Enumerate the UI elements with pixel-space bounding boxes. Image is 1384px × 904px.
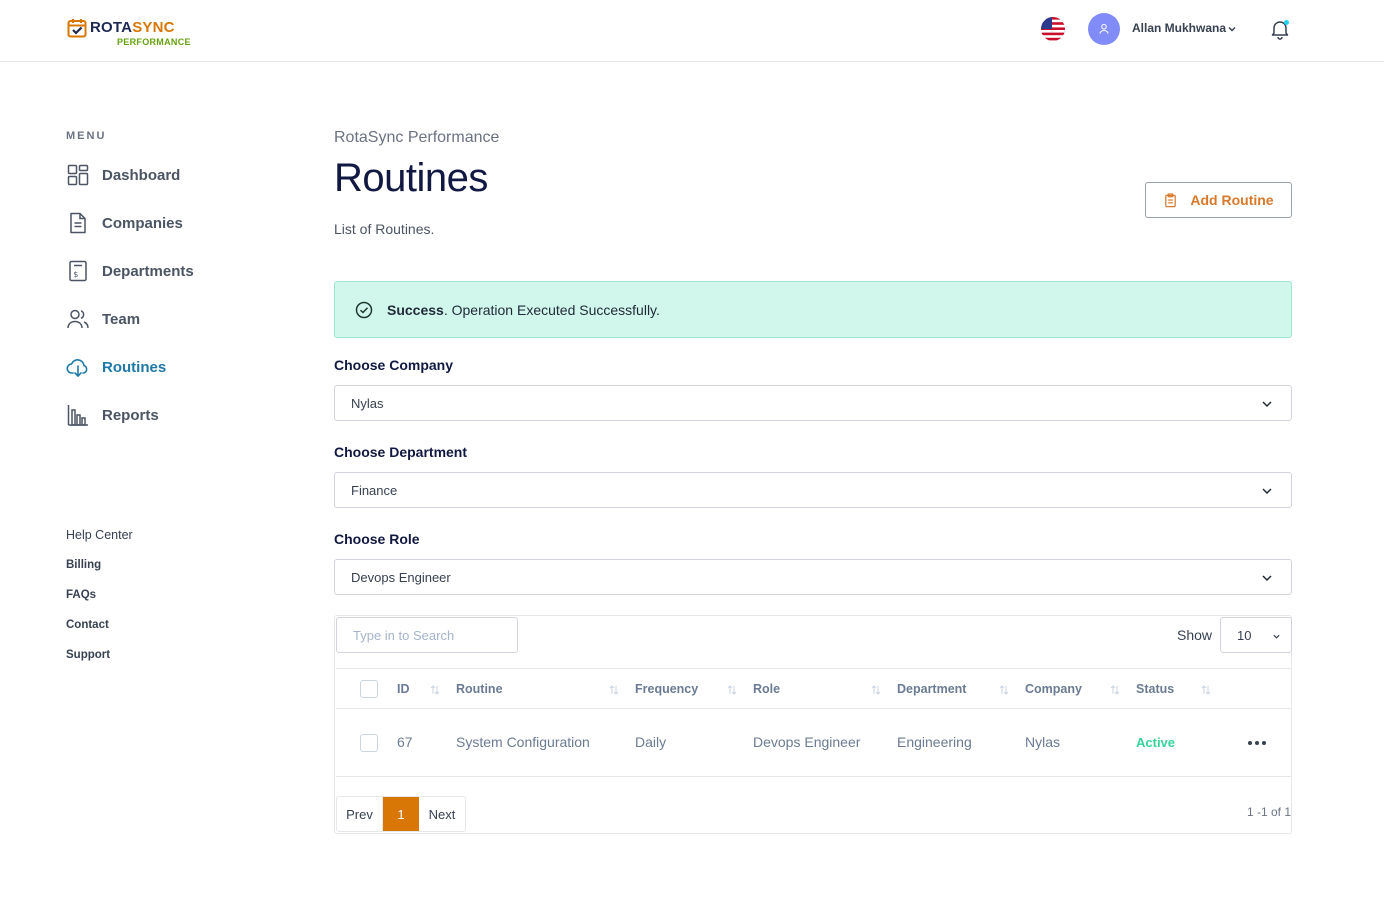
row-checkbox[interactable] <box>360 734 378 752</box>
sidebar-item-departments[interactable]: $ Departments <box>66 257 266 285</box>
menu-label: MENU <box>66 130 107 142</box>
cell-frequency: Daily <box>635 734 667 750</box>
alert-message: Success. Operation Executed Successfully… <box>387 301 660 318</box>
contact-link[interactable]: Contact <box>66 619 109 631</box>
avatar[interactable] <box>1088 13 1120 45</box>
sidebar-item-team[interactable]: Team <box>66 305 266 333</box>
prev-page-button[interactable]: Prev <box>337 797 383 831</box>
page-size-value: 10 <box>1237 627 1252 643</box>
cell-routine[interactable]: System Configuration <box>456 734 590 750</box>
page-size-select[interactable]: 10 <box>1220 617 1292 653</box>
check-circle-icon <box>355 301 373 318</box>
column-header-company[interactable]: Company <box>1025 682 1082 696</box>
help-center-link[interactable]: Help Center <box>66 528 133 542</box>
page-1-button[interactable]: 1 <box>383 797 419 831</box>
status-badge: Active <box>1136 735 1176 750</box>
next-page-button[interactable]: Next <box>419 797 465 831</box>
bell-icon[interactable] <box>1269 18 1291 40</box>
success-alert: Success. Operation Executed Successfully… <box>334 281 1292 338</box>
page-subtitle: List of Routines. <box>334 221 435 237</box>
column-header-department[interactable]: Department <box>897 682 966 696</box>
add-routine-button[interactable]: Add Routine <box>1145 182 1292 218</box>
billing-link[interactable]: Billing <box>66 559 101 571</box>
cell-id: 67 <box>397 734 413 750</box>
cell-role: Devops Engineer <box>753 734 861 750</box>
sidebar-item-routines[interactable]: Routines <box>66 353 266 381</box>
company-label: Choose Company <box>334 357 454 373</box>
invoice-icon: $ <box>66 259 90 283</box>
chevron-down-icon <box>1262 575 1272 582</box>
column-header-frequency[interactable]: Frequency <box>635 682 698 696</box>
cell-department: Engineering <box>897 734 972 750</box>
sidebar-item-companies[interactable]: Companies <box>66 209 266 237</box>
pagination-range: 1 -1 of 1 <box>1246 805 1291 819</box>
sort-icon[interactable] <box>1201 684 1211 696</box>
column-header-role[interactable]: Role <box>753 682 780 696</box>
us-flag-icon[interactable] <box>1041 17 1065 41</box>
sort-icon[interactable] <box>609 684 619 696</box>
routines-table-card: Show 10 ID Routine Frequency Role Depart… <box>334 615 1292 834</box>
sidebar-item-label: Dashboard <box>102 166 181 184</box>
column-header-id[interactable]: ID <box>397 682 410 696</box>
user-name[interactable]: Allan Mukhwana <box>1132 21 1226 35</box>
show-label: Show <box>1177 627 1213 643</box>
chevron-down-icon[interactable] <box>1227 24 1237 34</box>
top-bar: ROTASYNC PERFORMANCE Allan Mukhwana <box>0 0 1384 62</box>
add-routine-label: Add Routine <box>1190 192 1274 208</box>
user-icon <box>1099 23 1109 34</box>
table-search-input[interactable] <box>336 617 518 653</box>
sidebar-item-reports[interactable]: Reports <box>66 401 266 429</box>
bar-chart-icon <box>66 403 90 427</box>
chevron-down-icon <box>1273 634 1280 639</box>
role-select[interactable]: Devops Engineer <box>334 559 1292 595</box>
clipboard-icon <box>1165 192 1177 207</box>
sidebar-item-label: Reports <box>102 406 159 424</box>
svg-text:$: $ <box>73 270 78 279</box>
company-select[interactable]: Nylas <box>334 385 1292 421</box>
cell-company: Nylas <box>1025 734 1061 750</box>
sort-icon[interactable] <box>727 684 737 696</box>
grid-icon <box>66 163 90 187</box>
table-row[interactable]: 67 System Configuration Daily Devops Eng… <box>336 709 1291 777</box>
more-options-icon[interactable] <box>1247 740 1267 746</box>
role-label: Choose Role <box>334 531 420 547</box>
sort-icon[interactable] <box>871 684 881 696</box>
company-select-value: Nylas <box>351 395 384 411</box>
sidebar-item-label: Companies <box>102 214 183 232</box>
department-select-value: Finance <box>351 482 398 498</box>
department-select[interactable]: Finance <box>334 472 1292 508</box>
chevron-down-icon <box>1262 488 1272 495</box>
department-label: Choose Department <box>334 444 468 460</box>
column-header-status[interactable]: Status <box>1136 682 1174 696</box>
faqs-link[interactable]: FAQs <box>66 589 96 601</box>
users-icon <box>66 307 90 331</box>
document-icon <box>66 211 90 235</box>
sidebar-item-label: Routines <box>102 358 167 376</box>
column-header-routine[interactable]: Routine <box>456 682 503 696</box>
brand-name: ROTASYNC <box>90 19 175 36</box>
brand-tagline: PERFORMANCE <box>117 37 191 47</box>
sidebar-item-dashboard[interactable]: Dashboard <box>66 161 266 189</box>
brand-logo[interactable]: ROTASYNC PERFORMANCE <box>67 17 197 49</box>
sidebar-item-label: Departments <box>102 262 194 280</box>
support-link[interactable]: Support <box>66 649 110 661</box>
pagination: Prev 1 Next <box>336 796 466 832</box>
breadcrumb[interactable]: RotaSync Performance <box>334 129 499 147</box>
sort-icon[interactable] <box>999 684 1009 696</box>
role-select-value: Devops Engineer <box>351 569 451 585</box>
calendar-check-icon <box>67 19 87 38</box>
page-title: Routines <box>334 156 488 200</box>
sort-icon[interactable] <box>1110 684 1120 696</box>
select-all-checkbox[interactable] <box>360 680 378 698</box>
sort-icon[interactable] <box>430 684 440 696</box>
chevron-down-icon <box>1262 401 1272 408</box>
table-header: ID Routine Frequency Role Department Com… <box>336 668 1291 709</box>
sidebar-item-label: Team <box>102 310 141 328</box>
cloud-download-icon <box>66 355 90 379</box>
